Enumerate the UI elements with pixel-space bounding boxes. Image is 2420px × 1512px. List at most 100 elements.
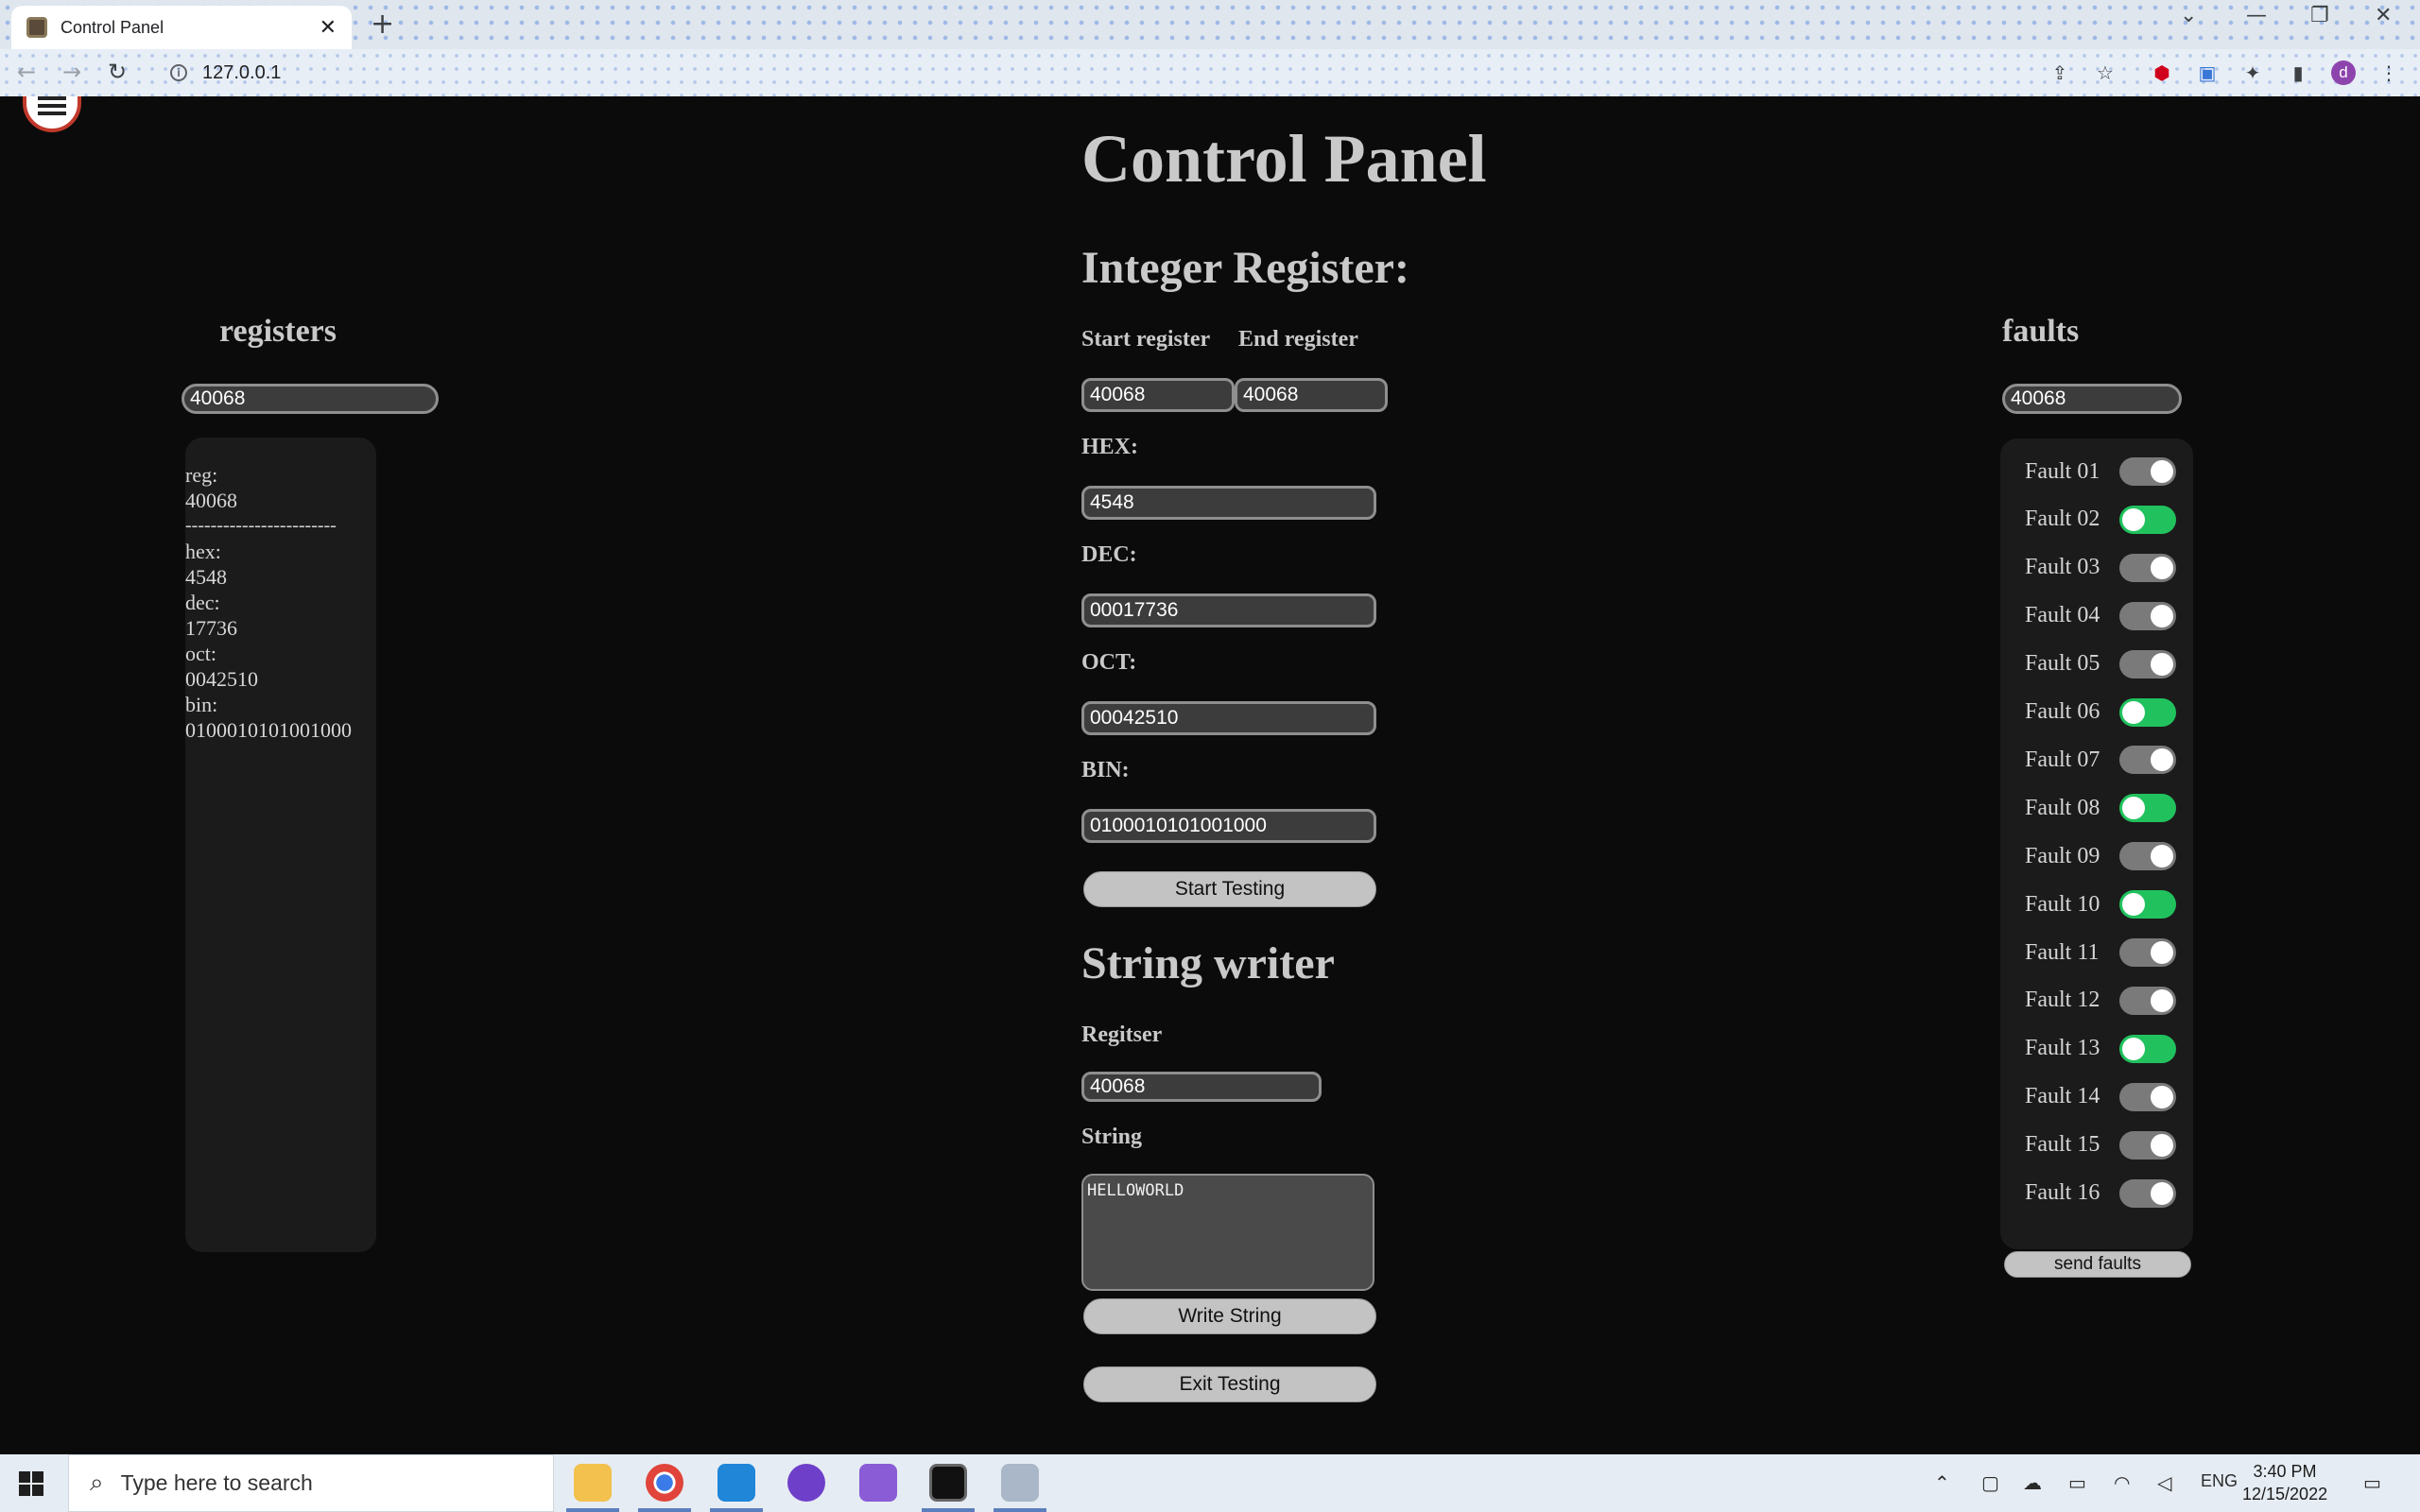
info-icon[interactable]: i bbox=[170, 64, 187, 81]
restore-button[interactable]: ❐ bbox=[2310, 4, 2329, 27]
fault-toggle[interactable] bbox=[2119, 794, 2176, 823]
tray-overflow-icon[interactable]: ⌃ bbox=[1934, 1471, 1950, 1494]
registers-input[interactable] bbox=[182, 384, 439, 414]
fault-toggle[interactable] bbox=[2119, 1130, 2176, 1160]
share-icon[interactable]: ⇪ bbox=[2048, 60, 2072, 85]
start-testing-button[interactable]: Start Testing bbox=[1083, 871, 1376, 907]
github-desktop-icon[interactable] bbox=[787, 1464, 825, 1502]
more-menu-icon[interactable]: ⋮ bbox=[2377, 60, 2401, 85]
taskbar-search[interactable]: ⌕ Type here to search bbox=[68, 1454, 554, 1512]
minimize-button[interactable]: — bbox=[2246, 4, 2267, 27]
fault-row: Fault 13 bbox=[2025, 1034, 2176, 1063]
wifi-icon[interactable]: ◠ bbox=[2114, 1471, 2130, 1494]
vscode-icon[interactable] bbox=[717, 1464, 755, 1502]
visual-studio-icon[interactable] bbox=[859, 1464, 897, 1502]
end-register-input[interactable] bbox=[1235, 378, 1388, 412]
close-window-button[interactable]: ✕ bbox=[2375, 4, 2392, 27]
bin-field-label: BIN: bbox=[1081, 758, 1130, 782]
string-register-input[interactable] bbox=[1081, 1072, 1322, 1102]
exit-testing-button[interactable]: Exit Testing bbox=[1083, 1366, 1376, 1402]
string-textarea[interactable]: HELLOWORLD bbox=[1081, 1174, 1374, 1291]
hex-field[interactable] bbox=[1081, 486, 1376, 520]
toggle-knob bbox=[2151, 460, 2173, 483]
fault-label: Fault 03 bbox=[2025, 555, 2100, 580]
fault-toggle[interactable] bbox=[2119, 505, 2176, 534]
integer-register-heading: Integer Register: bbox=[1081, 243, 1409, 293]
fault-toggle[interactable] bbox=[2119, 1034, 2176, 1063]
fault-toggle[interactable] bbox=[2119, 1178, 2176, 1208]
battery-icon[interactable]: ▭ bbox=[2068, 1471, 2086, 1494]
fault-label: Fault 04 bbox=[2025, 603, 2100, 628]
reg-value: 40068 bbox=[185, 489, 237, 512]
back-icon[interactable]: ← bbox=[17, 59, 36, 85]
toggle-knob bbox=[2122, 507, 2145, 531]
tab-close-icon[interactable]: ✕ bbox=[320, 16, 337, 40]
dec-value: 17736 bbox=[185, 616, 237, 640]
hex-label: hex: bbox=[185, 540, 221, 563]
write-string-button[interactable]: Write String bbox=[1083, 1298, 1376, 1334]
toggle-knob bbox=[2151, 988, 2173, 1012]
file-explorer-icon[interactable] bbox=[574, 1464, 612, 1502]
fault-toggle[interactable] bbox=[2119, 842, 2176, 871]
fault-toggle[interactable] bbox=[2119, 697, 2176, 727]
toggle-knob bbox=[2151, 941, 2173, 964]
faults-heading: faults bbox=[2002, 314, 2080, 349]
fault-toggle[interactable] bbox=[2119, 553, 2176, 582]
python-app-icon[interactable] bbox=[1001, 1464, 1039, 1502]
meet-now-icon[interactable]: ▢ bbox=[1981, 1471, 1999, 1494]
browser-tab[interactable]: Control Panel ✕ bbox=[11, 6, 352, 49]
send-faults-button[interactable]: send faults bbox=[2004, 1251, 2191, 1278]
onedrive-icon[interactable]: ☁ bbox=[2023, 1471, 2042, 1494]
hex-value: 4548 bbox=[185, 565, 227, 589]
taskbar-clock[interactable]: 3:40 PM 12/15/2022 bbox=[2242, 1460, 2327, 1505]
bookmark-star-icon[interactable]: ☆ bbox=[2093, 60, 2118, 85]
address-bar[interactable]: i 127.0.0.1 bbox=[157, 56, 2048, 90]
tab-search-icon[interactable]: ⌄ bbox=[2180, 4, 2197, 27]
bin-field[interactable] bbox=[1081, 809, 1376, 843]
toggle-knob bbox=[2151, 604, 2173, 627]
chrome-icon[interactable] bbox=[646, 1464, 683, 1502]
fault-row: Fault 01 bbox=[2025, 457, 2176, 486]
fault-row: Fault 03 bbox=[2025, 553, 2176, 582]
language-indicator[interactable]: ENG bbox=[2201, 1471, 2238, 1491]
oct-field[interactable] bbox=[1081, 701, 1376, 735]
toggle-knob bbox=[2151, 1133, 2173, 1157]
side-panel-icon[interactable]: ▮ bbox=[2286, 60, 2310, 85]
new-tab-button[interactable]: + bbox=[371, 8, 394, 41]
windows-start-icon[interactable] bbox=[19, 1471, 43, 1496]
fault-toggle[interactable] bbox=[2119, 457, 2176, 486]
fault-label: Fault 06 bbox=[2025, 699, 2100, 724]
reload-icon[interactable]: ↻ bbox=[108, 59, 127, 85]
adblock-extension-icon[interactable]: ⬢ bbox=[2150, 60, 2174, 85]
fault-toggle[interactable] bbox=[2119, 890, 2176, 919]
toggle-knob bbox=[2122, 797, 2145, 820]
dec-field[interactable] bbox=[1081, 593, 1376, 627]
string-writer-heading: String writer bbox=[1081, 938, 1335, 988]
fault-toggle[interactable] bbox=[2119, 986, 2176, 1015]
notifications-icon[interactable]: ▭ bbox=[2363, 1471, 2381, 1494]
favicon-icon bbox=[26, 17, 47, 38]
fault-row: Fault 04 bbox=[2025, 601, 2176, 630]
profile-avatar[interactable]: d bbox=[2331, 60, 2356, 85]
translate-extension-icon[interactable]: ▣ bbox=[2195, 60, 2220, 85]
toggle-knob bbox=[2151, 652, 2173, 676]
registers-heading: registers bbox=[219, 314, 337, 349]
browser-tab-strip: Control Panel ✕ + ⌄ — ❐ ✕ bbox=[0, 0, 2420, 49]
fault-row: Fault 15 bbox=[2025, 1130, 2176, 1160]
forward-icon[interactable]: → bbox=[62, 59, 81, 85]
start-register-input[interactable] bbox=[1081, 378, 1235, 412]
faults-register-input[interactable] bbox=[2002, 384, 2182, 414]
extensions-puzzle-icon[interactable]: ✦ bbox=[2240, 60, 2265, 85]
hex-field-label: HEX: bbox=[1081, 435, 1138, 459]
fault-toggle[interactable] bbox=[2119, 649, 2176, 679]
fault-toggle[interactable] bbox=[2119, 1082, 2176, 1111]
string-register-label: Regitser bbox=[1081, 1022, 1163, 1047]
fault-row: Fault 14 bbox=[2025, 1082, 2176, 1111]
fault-toggle[interactable] bbox=[2119, 601, 2176, 630]
fault-toggle[interactable] bbox=[2119, 746, 2176, 775]
volume-icon[interactable]: ◁ bbox=[2157, 1471, 2171, 1494]
terminal-icon[interactable] bbox=[929, 1464, 967, 1502]
fault-toggle[interactable] bbox=[2119, 938, 2176, 967]
fault-label: Fault 11 bbox=[2025, 939, 2100, 965]
tab-title: Control Panel bbox=[60, 17, 164, 37]
